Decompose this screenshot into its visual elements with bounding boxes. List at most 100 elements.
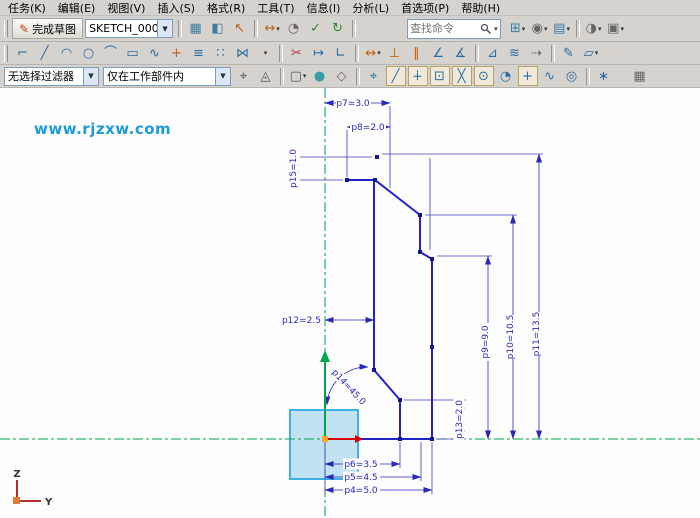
find-command-box[interactable]: ▾ bbox=[407, 19, 501, 39]
evaluate-sketch-icon[interactable]: ✓ bbox=[306, 19, 326, 39]
wireframe-preview-icon[interactable]: ◇ bbox=[332, 66, 352, 86]
rendering-style-icon[interactable]: ◉▾ bbox=[530, 19, 550, 39]
midpoint-snap-icon[interactable]: ∔ bbox=[408, 66, 428, 86]
view-layout-icon[interactable]: ⊞▾ bbox=[508, 19, 528, 39]
find-command-input[interactable] bbox=[410, 21, 480, 36]
sketch-origin-point[interactable] bbox=[322, 436, 328, 442]
profile-curve-left[interactable] bbox=[374, 180, 400, 439]
animate-dimension-icon[interactable]: ≋ bbox=[505, 43, 525, 63]
menu-tools[interactable]: 工具(T) bbox=[251, 0, 300, 16]
selection-filter-value: 无选择过滤器 bbox=[5, 68, 83, 84]
dimension-p8[interactable]: p8=2.0 bbox=[347, 122, 390, 178]
line-icon[interactable]: ╱ bbox=[35, 43, 55, 63]
mirror-curve-icon[interactable]: ⋈ bbox=[233, 43, 253, 63]
icon-glyph: ○ bbox=[83, 47, 94, 60]
menu-information[interactable]: 信息(I) bbox=[301, 0, 347, 16]
menu-insert[interactable]: 插入(S) bbox=[151, 0, 201, 16]
menu-edit[interactable]: 编辑(E) bbox=[52, 0, 102, 16]
update-model-icon[interactable]: ↻ bbox=[328, 19, 348, 39]
set-symmetric-icon[interactable]: ∥ bbox=[407, 43, 427, 63]
sketch-name-combobox[interactable]: SKETCH_000 ▼ bbox=[85, 19, 173, 38]
quadrant-snap-icon[interactable]: ◔ bbox=[496, 66, 516, 86]
rectangle-select-icon[interactable]: ▢▾ bbox=[288, 66, 308, 86]
view-triad: Z Y bbox=[13, 469, 53, 508]
dropdown-arrow-icon: ▾ bbox=[566, 25, 570, 33]
icon-glyph: ◎ bbox=[566, 70, 577, 83]
dimension-p4[interactable]: p4=5.0 bbox=[325, 485, 432, 497]
endpoint-snap-icon[interactable]: ╱ bbox=[386, 66, 406, 86]
toolbar-grip[interactable] bbox=[4, 20, 8, 37]
fillet-icon[interactable]: ⌒ bbox=[101, 43, 121, 63]
menu-preferences[interactable]: 首选项(P) bbox=[395, 0, 455, 16]
find-dropdown-arrow-icon[interactable]: ▾ bbox=[494, 25, 498, 33]
dimension-p7[interactable]: p7=3.0 bbox=[325, 98, 390, 189]
geometric-constraints-icon[interactable]: ⊥ bbox=[385, 43, 405, 63]
reattach-icon[interactable]: ↖ bbox=[230, 19, 250, 39]
arc-icon[interactable]: ◠ bbox=[57, 43, 77, 63]
control-point-snap-icon[interactable]: ⊡ bbox=[430, 66, 450, 86]
dimension-icon[interactable]: ↔▾ bbox=[363, 43, 383, 63]
quick-extend-icon[interactable]: ↦ bbox=[309, 43, 329, 63]
rectangle-icon[interactable]: ▭ bbox=[123, 43, 143, 63]
graphics-window[interactable]: p7=3.0 p8=2.0 p15=1.0 bbox=[0, 88, 700, 518]
circle-icon[interactable]: ○ bbox=[79, 43, 99, 63]
snap-settings-icon[interactable]: ⌖ bbox=[234, 66, 254, 86]
menu-view[interactable]: 视图(V) bbox=[101, 0, 151, 16]
chevron-down-icon[interactable]: ▼ bbox=[157, 20, 172, 37]
convert-to-reference-icon[interactable]: ⇢ bbox=[527, 43, 547, 63]
existing-point-snap-icon[interactable]: + bbox=[518, 66, 538, 86]
chevron-down-icon[interactable]: ▼ bbox=[215, 68, 230, 85]
window-icon[interactable]: ▣▾ bbox=[606, 19, 626, 39]
dimension-p10[interactable]: p10=10.5 bbox=[425, 215, 517, 439]
icon-glyph: ✂ bbox=[291, 47, 302, 60]
make-corner-icon[interactable]: ∟ bbox=[331, 43, 351, 63]
finish-sketch-button[interactable]: ✎ 完成草图 bbox=[12, 18, 83, 39]
show-hide-icon[interactable]: ◑▾ bbox=[584, 19, 604, 39]
grid-snap-icon[interactable]: ▦ bbox=[630, 66, 650, 86]
edit-curve-icon[interactable]: ✎ bbox=[559, 43, 579, 63]
arc-center-snap-icon[interactable]: ⊙ bbox=[474, 66, 494, 86]
sketch-tools-toolbar: ⌐ ╱ ◠ ○ ⌒ ▭ ∿ + ≡ ∷ ⋈ ▾ bbox=[0, 42, 700, 65]
sketch-view[interactable]: p7=3.0 p8=2.0 p15=1.0 bbox=[0, 88, 700, 518]
delay-evaluation-icon[interactable]: ◔ bbox=[284, 19, 304, 39]
dimension-p11[interactable]: p11=13.5 bbox=[382, 154, 543, 439]
selection-scope-combobox[interactable]: 仅在工作部件内 ▼ bbox=[103, 67, 231, 86]
point-icon[interactable]: + bbox=[167, 43, 187, 63]
dimension-p13[interactable]: p13=2.0 bbox=[404, 400, 466, 440]
shaded-preview-icon[interactable]: ● bbox=[310, 66, 330, 86]
more-curves-icon[interactable]: ▾ bbox=[255, 43, 275, 63]
menu-format[interactable]: 格式(R) bbox=[201, 0, 251, 16]
dimension-p12[interactable]: p12=2.5 bbox=[281, 315, 374, 327]
search-icon[interactable] bbox=[480, 23, 492, 35]
quick-trim-icon[interactable]: ✂ bbox=[287, 43, 307, 63]
point-on-surface-snap-icon[interactable]: ◎ bbox=[562, 66, 582, 86]
show-remove-constraints-icon[interactable]: ⊿ bbox=[483, 43, 503, 63]
menu-task[interactable]: 任务(K) bbox=[2, 0, 52, 16]
pattern-curve-icon[interactable]: ∷ bbox=[211, 43, 231, 63]
offset-curve-icon[interactable]: ≡ bbox=[189, 43, 209, 63]
intersection-snap-icon[interactable]: ╳ bbox=[452, 66, 472, 86]
point-on-curve-snap-icon[interactable]: ∿ bbox=[540, 66, 560, 86]
dimension-p14[interactable]: p14=45.0 bbox=[327, 366, 369, 407]
enable-snap-point-icon[interactable]: ⌖ bbox=[364, 66, 384, 86]
studio-spline-icon[interactable]: ∿ bbox=[145, 43, 165, 63]
edit-defining-section-icon[interactable]: ▱▾ bbox=[581, 43, 601, 63]
point-constructor-icon[interactable]: ∗ bbox=[594, 66, 614, 86]
highlight-selection-icon[interactable]: ◬ bbox=[256, 66, 276, 86]
icon-glyph: ∗ bbox=[598, 70, 609, 83]
chevron-down-icon[interactable]: ▼ bbox=[83, 68, 98, 85]
auto-constrain-icon[interactable]: ∠ bbox=[429, 43, 449, 63]
positioning-dimension-icon[interactable]: ↔▾ bbox=[262, 19, 282, 39]
dimension-p15[interactable]: p15=1.0 bbox=[288, 149, 373, 188]
toolbar-grip[interactable] bbox=[4, 45, 8, 62]
menu-help[interactable]: 帮助(H) bbox=[455, 0, 506, 16]
orient-view-to-model-icon[interactable]: ◧ bbox=[208, 19, 228, 39]
show-constraints-icon[interactable]: ∡ bbox=[451, 43, 471, 63]
snap-point-icons: ⌖ ╱ ∔ ⊡ ╳ ⊙ ◔ + ∿ ◎ ∗ bbox=[363, 66, 615, 86]
orient-view-to-sketch-icon[interactable]: ▦ bbox=[186, 19, 206, 39]
menu-analysis[interactable]: 分析(L) bbox=[346, 0, 395, 16]
selection-filter-combobox[interactable]: 无选择过滤器 ▼ bbox=[4, 67, 99, 86]
visualization-icon[interactable]: ▤▾ bbox=[552, 19, 572, 39]
profile-icon[interactable]: ⌐ bbox=[13, 43, 33, 63]
icon-glyph: ⌒ bbox=[104, 47, 117, 60]
